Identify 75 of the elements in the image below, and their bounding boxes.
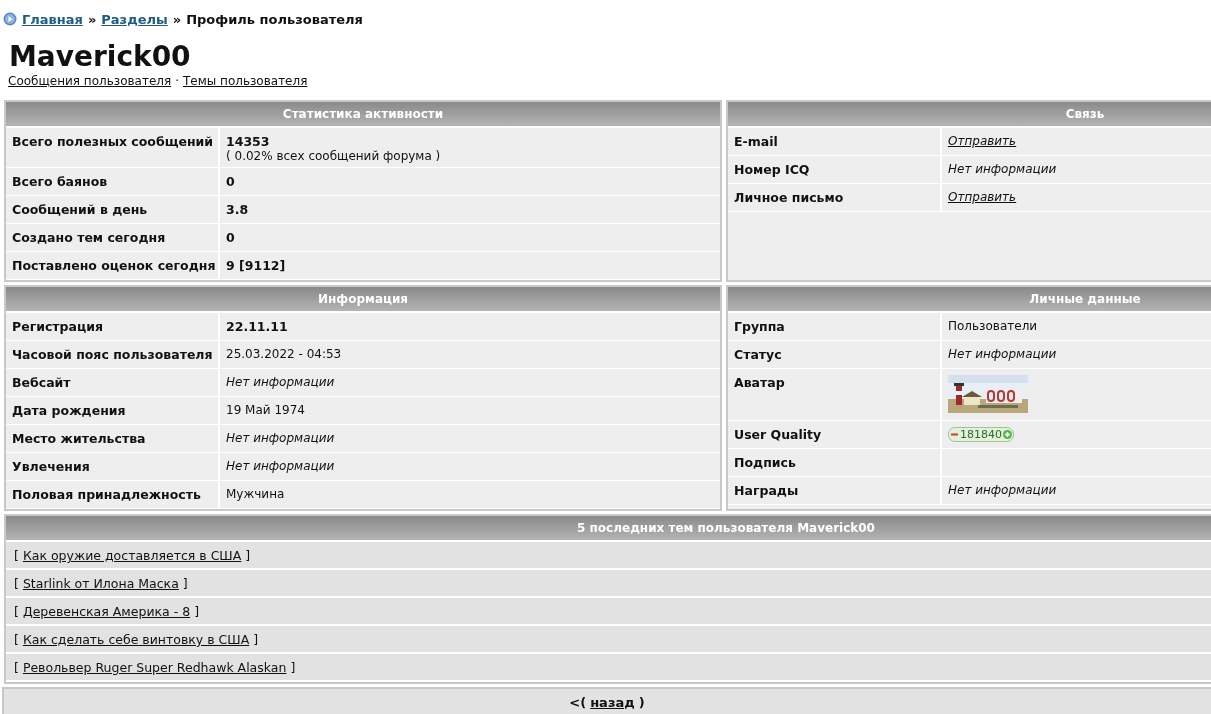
field-value: Нет информации <box>226 431 335 445</box>
plus-icon[interactable] <box>1003 430 1012 439</box>
field-label: E-mail <box>728 128 942 155</box>
field-value: Нет информации <box>948 347 1057 361</box>
field-label: Личное письмо <box>728 184 942 211</box>
field-label: User Quality <box>728 421 942 448</box>
field-value: Нет информации <box>226 375 335 389</box>
bracket: [ <box>14 548 19 562</box>
back-bracket: <( <box>569 695 587 712</box>
send-link[interactable]: Отправить <box>948 134 1017 148</box>
field-label: Награды <box>728 477 942 504</box>
field-value: Мужчина <box>226 487 285 501</box>
field-value: 14353 <box>226 134 271 149</box>
field-label: Группа <box>728 313 942 340</box>
topic-link[interactable]: Револьвер Ruger Super Redhawk Alaskan <box>22 660 287 674</box>
field-value: 19 Май 1974 <box>226 403 305 417</box>
field-value: 25.03.2022 - 04:53 <box>226 347 342 361</box>
field-value: Нет информации <box>948 162 1057 176</box>
profile-link[interactable]: Сообщения пользователя <box>8 74 172 88</box>
quality-value: 181840 <box>960 428 1002 441</box>
field-label: Часовой пояс пользователя <box>6 341 220 368</box>
bracket: [ <box>14 632 19 646</box>
breadcrumb-link[interactable]: Главная <box>22 11 83 27</box>
field-label: Место жительства <box>6 425 220 452</box>
topic-link[interactable]: Как сделать себе винтовку в США <box>22 632 250 646</box>
field-value: 9 [9112] <box>226 258 287 273</box>
field-value: Нет информации <box>226 459 335 473</box>
bracket: [ <box>14 604 19 618</box>
topic-link[interactable]: Как оружие доставляется в США <box>22 548 242 562</box>
panel-header: Статистика активности <box>6 102 720 128</box>
panel-header: Связь <box>728 102 1211 128</box>
field-label: Аватар <box>728 369 942 420</box>
breadcrumb-current: Профиль пользователя <box>186 11 363 27</box>
field-value: 0 <box>226 174 236 189</box>
breadcrumb-separator: » <box>172 11 182 27</box>
field-label: Половая принадлежность <box>6 481 220 508</box>
field-label: Подпись <box>728 449 942 476</box>
panel-header: 5 последних тем пользователя Maverick00 <box>6 516 1211 542</box>
field-value: 0 <box>226 230 236 245</box>
bullet-icon <box>3 12 17 26</box>
field-label: Дата рождения <box>6 397 220 424</box>
breadcrumb-link[interactable]: Разделы <box>101 11 168 27</box>
profile-link[interactable]: Темы пользователя <box>183 74 308 88</box>
field-value: Нет информации <box>948 483 1057 497</box>
field-label: Увлечения <box>6 453 220 480</box>
field-label: Всего баянов <box>6 168 220 195</box>
field-label: Регистрация <box>6 313 220 340</box>
bracket: ] <box>245 548 251 562</box>
breadcrumb-separator: » <box>87 11 97 27</box>
field-label: Поставлено оценок сегодня <box>6 252 220 279</box>
field-label: Создано тем сегодня <box>6 224 220 251</box>
field-value: 3.8 <box>226 202 250 217</box>
field-label: Сообщений в день <box>6 196 220 223</box>
field-label: Номер ICQ <box>728 156 942 183</box>
panel-header: Информация <box>6 287 720 313</box>
bracket: ] <box>194 604 200 618</box>
bracket: [ <box>14 576 19 590</box>
field-note: ( 0.02% всех сообщений форума ) <box>226 149 442 163</box>
field-label: Статус <box>728 341 942 368</box>
field-label: Вебсайт <box>6 369 220 396</box>
bracket: ] <box>290 660 296 674</box>
field-label: Всего полезных сообщений <box>6 128 220 167</box>
panel-header: Личные данные <box>728 287 1211 313</box>
link-separator: · <box>175 74 179 88</box>
back-link[interactable]: назад <box>590 695 635 714</box>
bracket: [ <box>14 660 19 674</box>
back-bracket: ) <box>638 695 645 712</box>
username-title: Maverick00 <box>9 42 192 72</box>
field-value: 22.11.11 <box>226 319 289 334</box>
field-value: Пользователи <box>948 319 1038 333</box>
send-link[interactable]: Отправить <box>948 190 1017 204</box>
bracket: ] <box>182 576 188 590</box>
topic-link[interactable]: Деревенская Америка - 8 <box>22 604 191 618</box>
topic-link[interactable]: Starlink от Илона Маска <box>22 576 179 590</box>
bracket: ] <box>253 632 259 646</box>
